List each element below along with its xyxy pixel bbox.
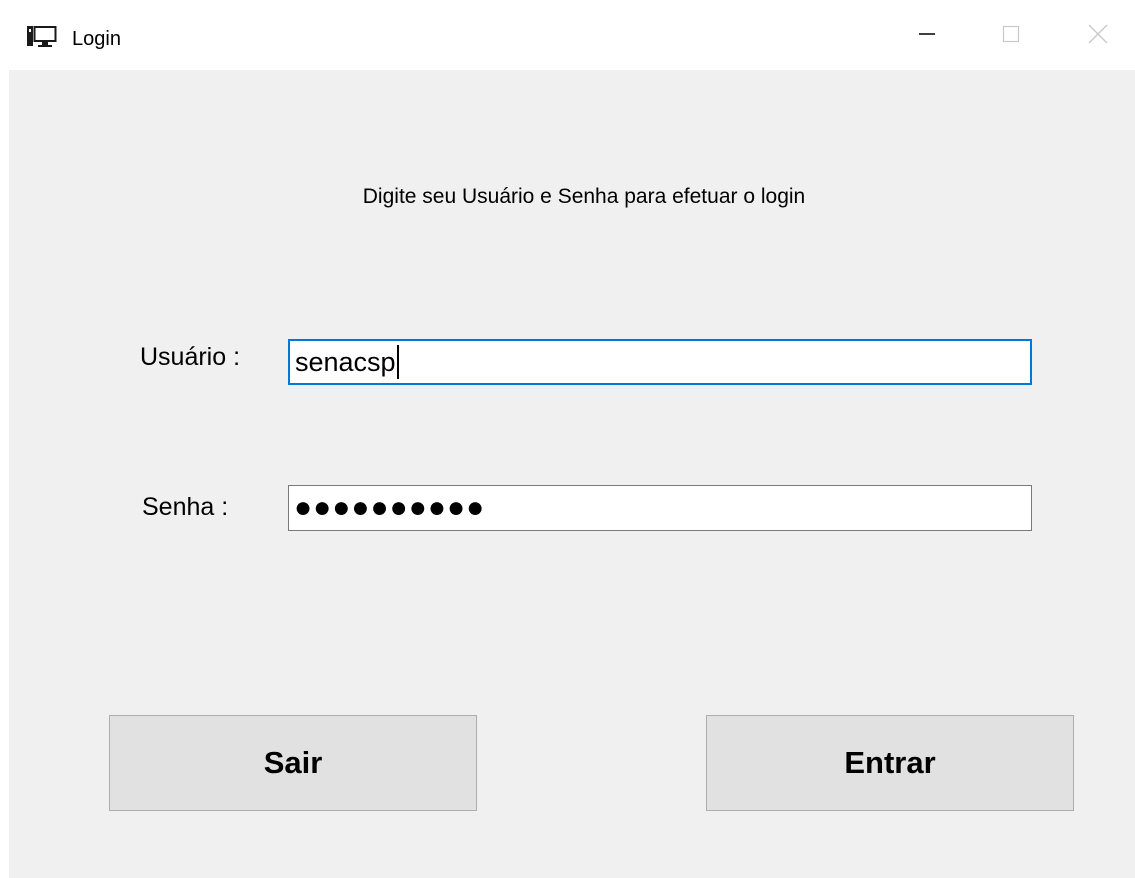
- password-masked-value: ●●●●●●●●●●: [294, 491, 486, 524]
- monitor-icon: [26, 25, 58, 49]
- close-button[interactable]: [1068, 14, 1128, 58]
- instruction-label: Digite seu Usuário e Senha para efetuar …: [362, 185, 806, 208]
- login-window: Login Digite seu Usuário e Senha para ef…: [0, 0, 1135, 878]
- maximize-button[interactable]: [981, 14, 1041, 58]
- maximize-icon: [1001, 24, 1021, 49]
- form-client-area: Digite seu Usuário e Senha para efetuar …: [9, 70, 1135, 878]
- username-value: senacsp: [295, 346, 396, 377]
- username-label: Usuário :: [140, 343, 241, 371]
- minimize-button[interactable]: [897, 14, 957, 58]
- enter-button[interactable]: Entrar: [706, 715, 1074, 811]
- close-icon: [1087, 23, 1109, 50]
- exit-button[interactable]: Sair: [109, 715, 477, 811]
- window-title: Login: [72, 28, 121, 50]
- minimize-icon: [917, 24, 937, 49]
- title-bar[interactable]: Login: [0, 0, 1135, 70]
- text-caret: [396, 345, 399, 379]
- password-label: Senha :: [142, 493, 229, 521]
- password-input[interactable]: ●●●●●●●●●●: [288, 485, 1032, 531]
- username-input[interactable]: senacsp: [288, 339, 1032, 385]
